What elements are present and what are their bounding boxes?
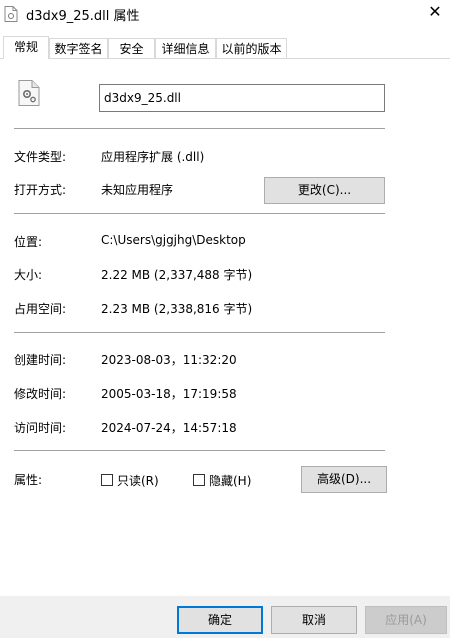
file-type-value: 应用程序扩展 (.dll): [101, 150, 205, 164]
tab-previous-versions[interactable]: 以前的版本: [216, 38, 287, 58]
ok-button[interactable]: 确定: [177, 606, 263, 634]
attributes-label: 属性:: [14, 473, 43, 487]
separator: [14, 128, 385, 129]
accessed-label: 访问时间:: [14, 421, 67, 435]
opens-with-value: 未知应用程序: [101, 183, 174, 197]
readonly-checkbox-label[interactable]: 只读(R): [117, 472, 159, 489]
filename-field[interactable]: d3dx9_25.dll: [99, 84, 385, 112]
advanced-button[interactable]: 高级(D)...: [301, 466, 387, 493]
close-button[interactable]: ✕: [420, 0, 450, 26]
apply-button[interactable]: 应用(A): [365, 606, 447, 634]
modified-label: 修改时间:: [14, 387, 67, 401]
title-bar: d3dx9_25.dll 属性 ✕: [0, 0, 450, 30]
tab-general[interactable]: 常规: [3, 36, 49, 59]
size-label: 大小:: [14, 268, 43, 282]
cancel-button[interactable]: 取消: [271, 606, 357, 634]
tab-details[interactable]: 详细信息: [155, 38, 216, 58]
window-title: d3dx9_25.dll 属性: [26, 9, 140, 24]
disk-size-label: 占用空间:: [14, 302, 67, 316]
size-value: 2.22 MB (2,337,488 字节): [101, 268, 253, 282]
opens-with-label: 打开方式:: [14, 183, 67, 197]
hidden-checkbox[interactable]: [193, 474, 205, 486]
created-value: 2023-08-03，11:32:20: [101, 353, 237, 367]
created-label: 创建时间:: [14, 353, 67, 367]
location-value: C:\Users\gjgjhg\Desktop: [101, 233, 246, 247]
readonly-checkbox[interactable]: [101, 474, 113, 486]
file-type-label: 文件类型:: [14, 150, 67, 164]
hidden-checkbox-label[interactable]: 隐藏(H): [209, 472, 251, 489]
tab-security[interactable]: 安全: [108, 38, 155, 58]
dll-file-icon: [18, 80, 40, 106]
location-label: 位置:: [14, 235, 43, 249]
dll-file-icon: [4, 6, 18, 22]
separator: [14, 332, 385, 333]
separator: [14, 213, 385, 214]
disk-size-value: 2.23 MB (2,338,816 字节): [101, 302, 253, 316]
tab-divider: [0, 58, 450, 59]
separator: [14, 450, 385, 451]
modified-value: 2005-03-18，17:19:58: [101, 387, 237, 401]
accessed-value: 2024-07-24，14:57:18: [101, 421, 237, 435]
tab-digital-signatures[interactable]: 数字签名: [49, 38, 108, 58]
change-button[interactable]: 更改(C)...: [264, 177, 385, 204]
